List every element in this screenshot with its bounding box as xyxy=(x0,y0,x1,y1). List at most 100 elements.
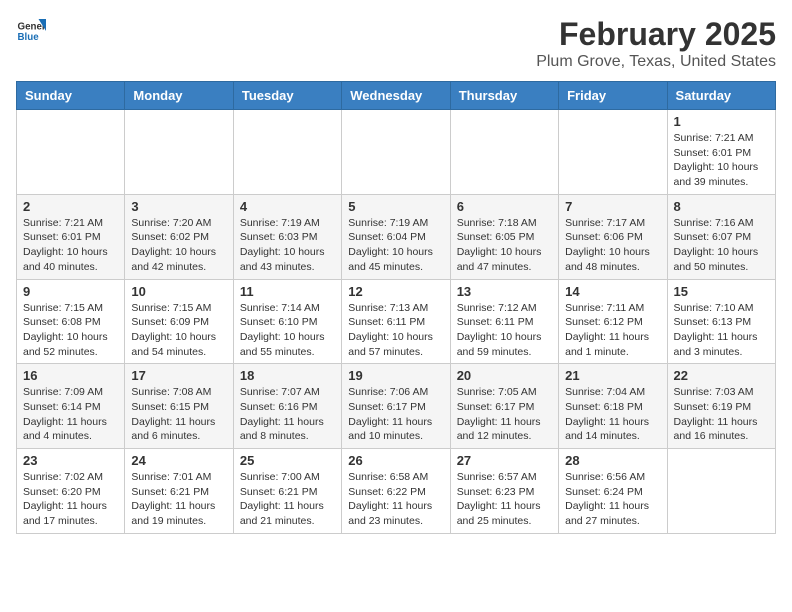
calendar-header-row: SundayMondayTuesdayWednesdayThursdayFrid… xyxy=(17,82,776,110)
day-number: 19 xyxy=(348,368,443,383)
day-info: Sunrise: 7:14 AM Sunset: 6:10 PM Dayligh… xyxy=(240,301,335,360)
calendar-cell: 21 Sunrise: 7:04 AM Sunset: 6:18 PM Dayli… xyxy=(559,364,667,449)
calendar-cell xyxy=(667,449,775,534)
calendar-header-monday: Monday xyxy=(125,82,233,110)
calendar-cell: 6 Sunrise: 7:18 AM Sunset: 6:05 PM Daylig… xyxy=(450,194,558,279)
calendar-table: SundayMondayTuesdayWednesdayThursdayFrid… xyxy=(16,81,776,534)
day-info: Sunrise: 7:11 AM Sunset: 6:12 PM Dayligh… xyxy=(565,301,660,360)
day-info: Sunrise: 7:03 AM Sunset: 6:19 PM Dayligh… xyxy=(674,385,769,444)
day-info: Sunrise: 6:57 AM Sunset: 6:23 PM Dayligh… xyxy=(457,470,552,529)
day-info: Sunrise: 7:21 AM Sunset: 6:01 PM Dayligh… xyxy=(23,216,118,275)
calendar-cell: 24Sunrise: 7:01 AM Sunset: 6:21 PM Dayli… xyxy=(125,449,233,534)
calendar-week-row: 16 Sunrise: 7:09 AM Sunset: 6:14 PM Dayli… xyxy=(17,364,776,449)
calendar-cell: 20Sunrise: 7:05 AM Sunset: 6:17 PM Dayli… xyxy=(450,364,558,449)
day-number: 1 xyxy=(674,114,769,129)
calendar-cell: 10 Sunrise: 7:15 AM Sunset: 6:09 PM Dayli… xyxy=(125,279,233,364)
day-number: 4 xyxy=(240,199,335,214)
day-number: 20 xyxy=(457,368,552,383)
calendar-cell xyxy=(342,110,450,195)
calendar-cell: 22 Sunrise: 7:03 AM Sunset: 6:19 PM Dayli… xyxy=(667,364,775,449)
calendar-header-tuesday: Tuesday xyxy=(233,82,341,110)
calendar-cell: 13 Sunrise: 7:12 AM Sunset: 6:11 PM Dayli… xyxy=(450,279,558,364)
day-info: Sunrise: 7:00 AM Sunset: 6:21 PM Dayligh… xyxy=(240,470,335,529)
calendar-cell xyxy=(233,110,341,195)
day-info: Sunrise: 7:13 AM Sunset: 6:11 PM Dayligh… xyxy=(348,301,443,360)
calendar-cell xyxy=(125,110,233,195)
calendar-cell: 17 Sunrise: 7:08 AM Sunset: 6:15 PM Dayli… xyxy=(125,364,233,449)
page-title: February 2025 xyxy=(536,16,776,53)
day-number: 9 xyxy=(23,284,118,299)
calendar-week-row: 1 Sunrise: 7:21 AM Sunset: 6:01 PM Daylig… xyxy=(17,110,776,195)
day-number: 7 xyxy=(565,199,660,214)
day-info: Sunrise: 7:19 AM Sunset: 6:04 PM Dayligh… xyxy=(348,216,443,275)
logo: General Blue xyxy=(16,16,50,46)
day-info: Sunrise: 7:06 AM Sunset: 6:17 PM Dayligh… xyxy=(348,385,443,444)
day-number: 22 xyxy=(674,368,769,383)
day-number: 5 xyxy=(348,199,443,214)
calendar-cell: 28 Sunrise: 6:56 AM Sunset: 6:24 PM Dayli… xyxy=(559,449,667,534)
day-number: 27 xyxy=(457,453,552,468)
day-info: Sunrise: 7:09 AM Sunset: 6:14 PM Dayligh… xyxy=(23,385,118,444)
calendar-cell: 1 Sunrise: 7:21 AM Sunset: 6:01 PM Daylig… xyxy=(667,110,775,195)
day-number: 12 xyxy=(348,284,443,299)
day-number: 6 xyxy=(457,199,552,214)
day-number: 15 xyxy=(674,284,769,299)
calendar-cell: 3 Sunrise: 7:20 AM Sunset: 6:02 PM Daylig… xyxy=(125,194,233,279)
day-number: 25 xyxy=(240,453,335,468)
calendar-cell xyxy=(450,110,558,195)
day-info: Sunrise: 6:56 AM Sunset: 6:24 PM Dayligh… xyxy=(565,470,660,529)
day-info: Sunrise: 7:15 AM Sunset: 6:09 PM Dayligh… xyxy=(131,301,226,360)
calendar-cell: 14 Sunrise: 7:11 AM Sunset: 6:12 PM Dayli… xyxy=(559,279,667,364)
day-number: 3 xyxy=(131,199,226,214)
day-info: Sunrise: 7:15 AM Sunset: 6:08 PM Dayligh… xyxy=(23,301,118,360)
calendar-cell: 27 Sunrise: 6:57 AM Sunset: 6:23 PM Dayli… xyxy=(450,449,558,534)
calendar-cell: 26 Sunrise: 6:58 AM Sunset: 6:22 PM Dayli… xyxy=(342,449,450,534)
day-info: Sunrise: 7:08 AM Sunset: 6:15 PM Dayligh… xyxy=(131,385,226,444)
day-number: 13 xyxy=(457,284,552,299)
calendar-cell: 8Sunrise: 7:16 AM Sunset: 6:07 PM Daylig… xyxy=(667,194,775,279)
calendar-cell xyxy=(17,110,125,195)
calendar-cell: 5 Sunrise: 7:19 AM Sunset: 6:04 PM Daylig… xyxy=(342,194,450,279)
svg-text:Blue: Blue xyxy=(18,32,40,43)
day-info: Sunrise: 7:17 AM Sunset: 6:06 PM Dayligh… xyxy=(565,216,660,275)
calendar-cell xyxy=(559,110,667,195)
calendar-week-row: 9 Sunrise: 7:15 AM Sunset: 6:08 PM Daylig… xyxy=(17,279,776,364)
day-info: Sunrise: 7:12 AM Sunset: 6:11 PM Dayligh… xyxy=(457,301,552,360)
day-info: Sunrise: 7:19 AM Sunset: 6:03 PM Dayligh… xyxy=(240,216,335,275)
day-number: 28 xyxy=(565,453,660,468)
day-number: 10 xyxy=(131,284,226,299)
day-number: 16 xyxy=(23,368,118,383)
calendar-header-saturday: Saturday xyxy=(667,82,775,110)
day-info: Sunrise: 7:18 AM Sunset: 6:05 PM Dayligh… xyxy=(457,216,552,275)
day-info: Sunrise: 7:04 AM Sunset: 6:18 PM Dayligh… xyxy=(565,385,660,444)
calendar-cell: 18 Sunrise: 7:07 AM Sunset: 6:16 PM Dayli… xyxy=(233,364,341,449)
calendar-header-wednesday: Wednesday xyxy=(342,82,450,110)
calendar-cell: 25 Sunrise: 7:00 AM Sunset: 6:21 PM Dayli… xyxy=(233,449,341,534)
day-number: 14 xyxy=(565,284,660,299)
day-info: Sunrise: 7:02 AM Sunset: 6:20 PM Dayligh… xyxy=(23,470,118,529)
title-block: February 2025 Plum Grove, Texas, United … xyxy=(536,16,776,71)
calendar-cell: 16 Sunrise: 7:09 AM Sunset: 6:14 PM Dayli… xyxy=(17,364,125,449)
calendar-cell: 23Sunrise: 7:02 AM Sunset: 6:20 PM Dayli… xyxy=(17,449,125,534)
calendar-header-sunday: Sunday xyxy=(17,82,125,110)
day-number: 26 xyxy=(348,453,443,468)
calendar-header-thursday: Thursday xyxy=(450,82,558,110)
calendar-cell: 7 Sunrise: 7:17 AM Sunset: 6:06 PM Daylig… xyxy=(559,194,667,279)
calendar-cell: 19 Sunrise: 7:06 AM Sunset: 6:17 PM Dayli… xyxy=(342,364,450,449)
page-header: General Blue February 2025 Plum Grove, T… xyxy=(16,16,776,71)
day-number: 18 xyxy=(240,368,335,383)
day-number: 11 xyxy=(240,284,335,299)
calendar-cell: 4 Sunrise: 7:19 AM Sunset: 6:03 PM Daylig… xyxy=(233,194,341,279)
calendar-week-row: 2Sunrise: 7:21 AM Sunset: 6:01 PM Daylig… xyxy=(17,194,776,279)
calendar-cell: 15Sunrise: 7:10 AM Sunset: 6:13 PM Dayli… xyxy=(667,279,775,364)
day-info: Sunrise: 7:20 AM Sunset: 6:02 PM Dayligh… xyxy=(131,216,226,275)
page-subtitle: Plum Grove, Texas, United States xyxy=(536,53,776,71)
day-number: 17 xyxy=(131,368,226,383)
calendar-cell: 2Sunrise: 7:21 AM Sunset: 6:01 PM Daylig… xyxy=(17,194,125,279)
day-info: Sunrise: 7:07 AM Sunset: 6:16 PM Dayligh… xyxy=(240,385,335,444)
calendar-header-friday: Friday xyxy=(559,82,667,110)
day-number: 21 xyxy=(565,368,660,383)
day-info: Sunrise: 7:21 AM Sunset: 6:01 PM Dayligh… xyxy=(674,131,769,190)
calendar-week-row: 23Sunrise: 7:02 AM Sunset: 6:20 PM Dayli… xyxy=(17,449,776,534)
day-info: Sunrise: 6:58 AM Sunset: 6:22 PM Dayligh… xyxy=(348,470,443,529)
